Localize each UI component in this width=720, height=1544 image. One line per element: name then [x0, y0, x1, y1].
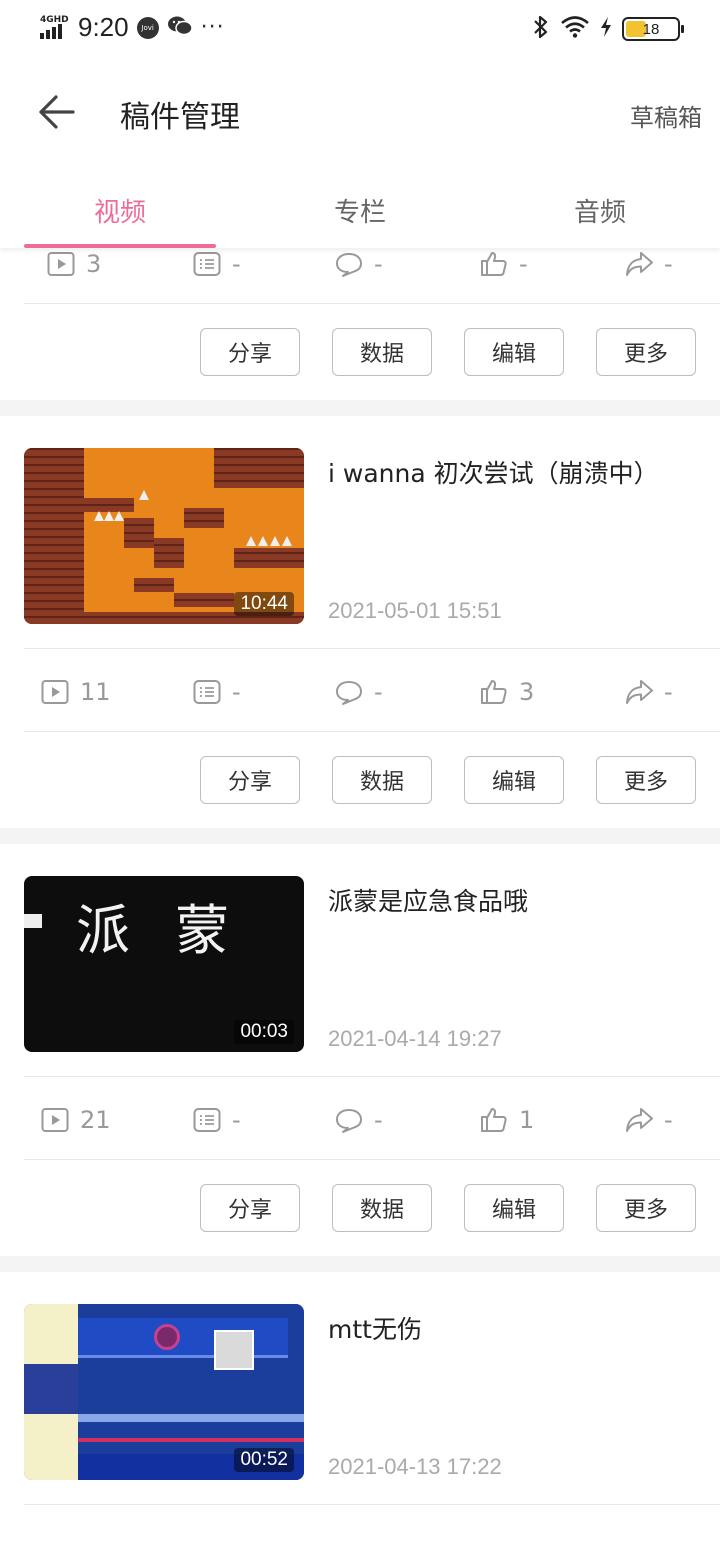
item-separator — [0, 1256, 720, 1272]
video-thumbnail[interactable]: 10:44 — [24, 448, 304, 624]
video-title[interactable]: mtt无伤 — [328, 1310, 422, 1346]
tab-bar: 视频 专栏 音频 — [0, 166, 720, 248]
stats-row — [24, 1516, 720, 1544]
stat-plays: 11 — [40, 650, 111, 734]
comment-icon — [336, 1109, 362, 1133]
stat-danmaku: - — [192, 248, 241, 306]
more-button[interactable]: 更多 — [596, 1184, 696, 1232]
page-title: 稿件管理 — [120, 100, 240, 135]
video-duration: 00:03 — [234, 1020, 294, 1044]
video-title[interactable]: i wanna 初次尝试（崩溃中） — [328, 454, 659, 490]
stat-likes: 1 — [479, 1078, 534, 1162]
divider — [24, 1504, 720, 1505]
stat-comments: - — [334, 650, 383, 734]
drafts-button[interactable]: 草稿箱 — [630, 98, 702, 133]
data-button[interactable]: 数据 — [332, 328, 432, 376]
edit-button[interactable]: 编辑 — [464, 756, 564, 804]
stat-plays — [40, 1516, 70, 1544]
video-date: 2021-05-01 15:51 — [328, 598, 502, 623]
more-button[interactable]: 更多 — [596, 756, 696, 804]
stats-row: 11 - - 3 - — [24, 650, 720, 734]
app-header: 稿件管理 草稿箱 — [0, 56, 720, 166]
divider — [24, 648, 720, 649]
tab-audio[interactable]: 音频 — [480, 192, 720, 229]
stat-shares — [624, 1516, 654, 1544]
tab-video[interactable]: 视频 — [0, 192, 240, 229]
back-button[interactable] — [36, 92, 76, 132]
battery-icon: 18 — [622, 17, 684, 41]
charging-icon — [600, 16, 612, 42]
play-count-icon — [41, 1108, 69, 1132]
like-icon — [481, 1108, 507, 1132]
stat-shares: - — [624, 1078, 673, 1162]
edit-button[interactable]: 编辑 — [464, 328, 564, 376]
data-button[interactable]: 数据 — [332, 1184, 432, 1232]
back-arrow-icon — [39, 95, 75, 129]
stat-danmaku: - — [192, 650, 241, 734]
action-row: 分享 数据 编辑 更多 — [0, 328, 720, 376]
stat-comments: - — [334, 1078, 383, 1162]
comment-icon — [336, 253, 362, 277]
share-icon — [626, 252, 653, 276]
stat-plays: 21 — [40, 1078, 111, 1162]
stat-likes: 3 — [479, 650, 534, 734]
jovi-icon: Jovi — [136, 16, 159, 39]
more-button[interactable]: 更多 — [596, 328, 696, 376]
video-thumbnail[interactable]: 00:52 — [24, 1304, 304, 1480]
stat-danmaku — [192, 1516, 222, 1544]
divider — [24, 1076, 720, 1077]
divider — [24, 731, 720, 732]
more-notifications-icon: ··· — [200, 15, 225, 40]
stat-danmaku: - — [192, 1078, 241, 1162]
video-date: 2021-04-14 19:27 — [328, 1026, 502, 1051]
video-duration: 00:52 — [234, 1448, 294, 1472]
item-separator — [0, 828, 720, 844]
signal-icon: 4GHD — [40, 15, 70, 41]
tab-column[interactable]: 专栏 — [240, 192, 480, 229]
data-button[interactable]: 数据 — [332, 756, 432, 804]
bluetooth-icon — [532, 14, 550, 44]
like-icon — [481, 252, 507, 276]
divider — [24, 1159, 720, 1160]
stat-shares: - — [624, 650, 673, 734]
play-count-icon — [47, 252, 75, 276]
stat-plays: 3 — [46, 248, 101, 306]
stats-row: 3 - - - - — [24, 248, 720, 306]
wifi-icon — [560, 15, 590, 43]
stat-likes — [479, 1516, 509, 1544]
like-icon — [481, 680, 507, 704]
video-date: 2021-04-13 17:22 — [328, 1454, 502, 1479]
share-icon — [626, 1108, 653, 1132]
danmaku-icon — [193, 680, 221, 704]
danmaku-icon — [193, 252, 221, 276]
stat-comments — [334, 1516, 364, 1544]
play-count-icon — [41, 680, 69, 704]
video-duration: 10:44 — [234, 592, 294, 616]
stat-likes: - — [479, 248, 528, 306]
share-button[interactable]: 分享 — [200, 328, 300, 376]
clock: 9:20 — [78, 12, 129, 42]
wechat-icon — [167, 15, 193, 41]
action-row: 分享 数据 编辑 更多 — [0, 1184, 720, 1232]
action-row: 分享 数据 编辑 更多 — [0, 756, 720, 804]
share-button[interactable]: 分享 — [200, 1184, 300, 1232]
stat-comments: - — [334, 248, 383, 306]
comment-icon — [336, 681, 362, 705]
danmaku-icon — [193, 1108, 221, 1132]
stat-shares: - — [624, 248, 673, 306]
share-icon — [626, 680, 653, 704]
share-button[interactable]: 分享 — [200, 756, 300, 804]
active-tab-indicator — [24, 244, 216, 248]
video-title[interactable]: 派蒙是应急食品哦 — [328, 882, 528, 918]
video-thumbnail[interactable]: 派 蒙 00:03 — [24, 876, 304, 1052]
thumbnail-text: 派 蒙 — [76, 899, 244, 962]
battery-level: 18 — [642, 20, 660, 38]
divider — [24, 303, 720, 304]
stats-row: 21 - - 1 - — [24, 1078, 720, 1162]
edit-button[interactable]: 编辑 — [464, 1184, 564, 1232]
status-bar: 4GHD 9:20 Jovi ··· 18 — [0, 0, 720, 56]
video-list[interactable]: 3 - - - - 分享 数据 编辑 更多 10:44 i wanna 初次尝试… — [0, 248, 720, 1544]
item-separator — [0, 400, 720, 416]
